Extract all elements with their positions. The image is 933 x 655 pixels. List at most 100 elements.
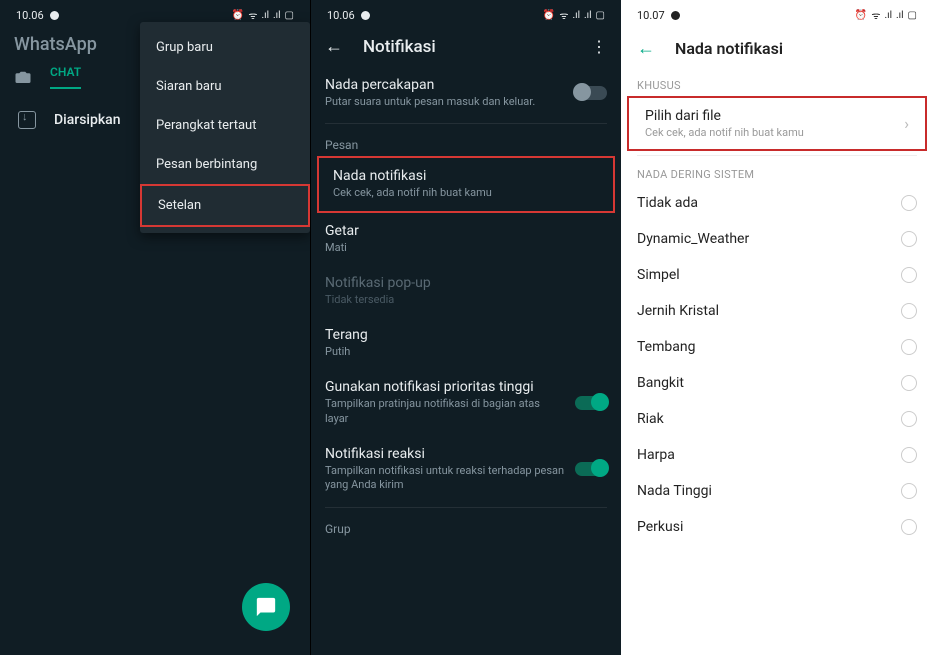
radio-icon[interactable] xyxy=(901,519,917,535)
setting-subtitle: Cek cek, ada notif nih buat kamu xyxy=(333,186,599,200)
app-bar: ← Notifikasi ⋮ xyxy=(311,26,621,67)
radio-icon[interactable] xyxy=(901,231,917,247)
high-priority-row[interactable]: Gunakan notifikasi prioritas tinggi Tamp… xyxy=(311,369,621,436)
ringtone-name: Perkusi xyxy=(637,519,683,535)
ringtone-name: Bangkit xyxy=(637,375,684,391)
ringtone-row[interactable]: Perkusi xyxy=(621,509,933,545)
signal-icon-2: .ıl xyxy=(584,10,592,21)
radio-icon[interactable] xyxy=(901,267,917,283)
section-pesan: Pesan xyxy=(311,128,621,156)
whatsapp-main-screen: 10.06 ⏰ ᯤ .ıl .ıl ▢ WhatsApp CHAT Diarsi… xyxy=(0,0,310,655)
divider xyxy=(637,155,917,156)
ringtone-name: Nada Tinggi xyxy=(637,483,712,499)
row-subtitle: Cek cek, ada notif nih buat kamu xyxy=(645,126,904,139)
overflow-menu: Grup baru Siaran baru Perangkat tertaut … xyxy=(140,22,310,233)
ringtone-row[interactable]: Harpa xyxy=(621,437,933,473)
chevron-right-icon: › xyxy=(904,114,909,133)
tab-chat[interactable]: CHAT xyxy=(50,65,81,89)
high-priority-toggle[interactable] xyxy=(575,396,607,410)
ringtone-name: Tidak ada xyxy=(637,195,698,211)
alarm-icon: ⏰ xyxy=(232,10,244,21)
menu-siaran-baru[interactable]: Siaran baru xyxy=(140,67,310,106)
radio-icon[interactable] xyxy=(901,303,917,319)
ringtone-row[interactable]: Jernih Kristal xyxy=(621,293,933,329)
ringtone-row[interactable]: Tembang xyxy=(621,329,933,365)
signal-icon-2: .ıl xyxy=(273,10,281,21)
setting-subtitle: Tidak tersedia xyxy=(325,293,607,307)
ringtone-row[interactable]: Nada Tinggi xyxy=(621,473,933,509)
overflow-button[interactable]: ⋮ xyxy=(591,37,607,56)
dnd-icon xyxy=(361,11,370,20)
radio-icon[interactable] xyxy=(901,447,917,463)
radio-icon[interactable] xyxy=(901,483,917,499)
section-system-ringtones: NADA DERING SISTEM xyxy=(621,160,933,185)
page-title: Notifikasi xyxy=(363,37,571,57)
conversation-tone-toggle[interactable] xyxy=(575,86,607,100)
setting-title: Terang xyxy=(325,327,607,343)
setting-title: Getar xyxy=(325,223,607,239)
section-khusus: KHUSUS xyxy=(621,71,933,96)
dnd-icon xyxy=(671,11,680,20)
signal-icon: .ıl xyxy=(261,10,269,21)
signal-icon: .ıl xyxy=(884,10,892,21)
ringtone-name: Harpa xyxy=(637,447,675,463)
ringtone-name: Jernih Kristal xyxy=(637,303,719,319)
status-bar: 10.06 ⏰ ᯤ .ıl .ıl ▢ xyxy=(311,0,621,26)
wifi-icon: ᯤ xyxy=(248,8,257,22)
battery-icon: ▢ xyxy=(596,10,605,21)
notification-settings-screen: 10.06 ⏰ ᯤ .ıl .ıl ▢ ← Notifikasi ⋮ Nada … xyxy=(310,0,621,655)
light-row[interactable]: Terang Putih xyxy=(311,317,621,369)
signal-icon: .ıl xyxy=(572,10,580,21)
battery-icon: ▢ xyxy=(285,10,294,21)
divider xyxy=(325,507,607,508)
divider xyxy=(325,123,607,124)
row-title: Pilih dari file xyxy=(645,108,904,124)
reaction-row[interactable]: Notifikasi reaksi Tampilkan notifikasi u… xyxy=(311,436,621,503)
notification-tone-row[interactable]: Nada notifikasi Cek cek, ada notif nih b… xyxy=(317,156,615,212)
page-title: Nada notifikasi xyxy=(675,39,783,58)
wifi-icon: ᯤ xyxy=(559,8,568,22)
menu-grup-baru[interactable]: Grup baru xyxy=(140,28,310,67)
setting-subtitle: Mati xyxy=(325,241,607,255)
pick-from-file-row[interactable]: Pilih dari file Cek cek, ada notif nih b… xyxy=(629,98,925,149)
camera-icon[interactable] xyxy=(14,68,32,86)
archived-label: Diarsipkan xyxy=(54,112,121,128)
ringtone-row[interactable]: Riak xyxy=(621,401,933,437)
setting-title: Nada notifikasi xyxy=(333,168,599,184)
dnd-icon xyxy=(50,11,59,20)
ringtone-row[interactable]: Dynamic_Weather xyxy=(621,221,933,257)
ringtone-row[interactable]: Bangkit xyxy=(621,365,933,401)
back-button[interactable]: ← xyxy=(325,36,343,57)
app-bar: ← Nada notifikasi xyxy=(621,26,933,71)
radio-icon[interactable] xyxy=(901,195,917,211)
battery-icon: ▢ xyxy=(908,10,917,21)
setting-title: Nada percakapan xyxy=(325,77,565,93)
new-chat-fab[interactable] xyxy=(242,583,290,631)
ringtone-row[interactable]: Simpel xyxy=(621,257,933,293)
ringtone-name: Riak xyxy=(637,411,664,427)
menu-perangkat-tertaut[interactable]: Perangkat tertaut xyxy=(140,106,310,145)
radio-icon[interactable] xyxy=(901,375,917,391)
setting-subtitle: Tampilkan pratinjau notifikasi di bagian… xyxy=(325,397,565,426)
status-time: 10.07 xyxy=(637,9,665,22)
conversation-tone-row[interactable]: Nada percakapan Putar suara untuk pesan … xyxy=(311,67,621,119)
ringtone-row[interactable]: Tidak ada xyxy=(621,185,933,221)
vibrate-row[interactable]: Getar Mati xyxy=(311,213,621,265)
reaction-toggle[interactable] xyxy=(575,462,607,476)
popup-row: Notifikasi pop-up Tidak tersedia xyxy=(311,265,621,317)
radio-icon[interactable] xyxy=(901,339,917,355)
setting-subtitle: Putar suara untuk pesan masuk dan keluar… xyxy=(325,95,565,109)
ringtone-picker-screen: 10.07 ⏰ ᯤ .ıl .ıl ▢ ← Nada notifikasi KH… xyxy=(621,0,933,655)
setting-subtitle: Putih xyxy=(325,345,607,359)
back-button[interactable]: ← xyxy=(637,38,655,59)
setting-title: Notifikasi reaksi xyxy=(325,446,565,462)
ringtone-name: Dynamic_Weather xyxy=(637,231,749,247)
menu-setelan[interactable]: Setelan xyxy=(140,184,310,227)
radio-icon[interactable] xyxy=(901,411,917,427)
status-time: 10.06 xyxy=(16,9,44,22)
setting-title: Gunakan notifikasi prioritas tinggi xyxy=(325,379,565,395)
status-bar: 10.07 ⏰ ᯤ .ıl .ıl ▢ xyxy=(621,0,933,26)
status-time: 10.06 xyxy=(327,9,355,22)
ringtone-name: Tembang xyxy=(637,339,695,355)
menu-pesan-berbintang[interactable]: Pesan berbintang xyxy=(140,145,310,184)
